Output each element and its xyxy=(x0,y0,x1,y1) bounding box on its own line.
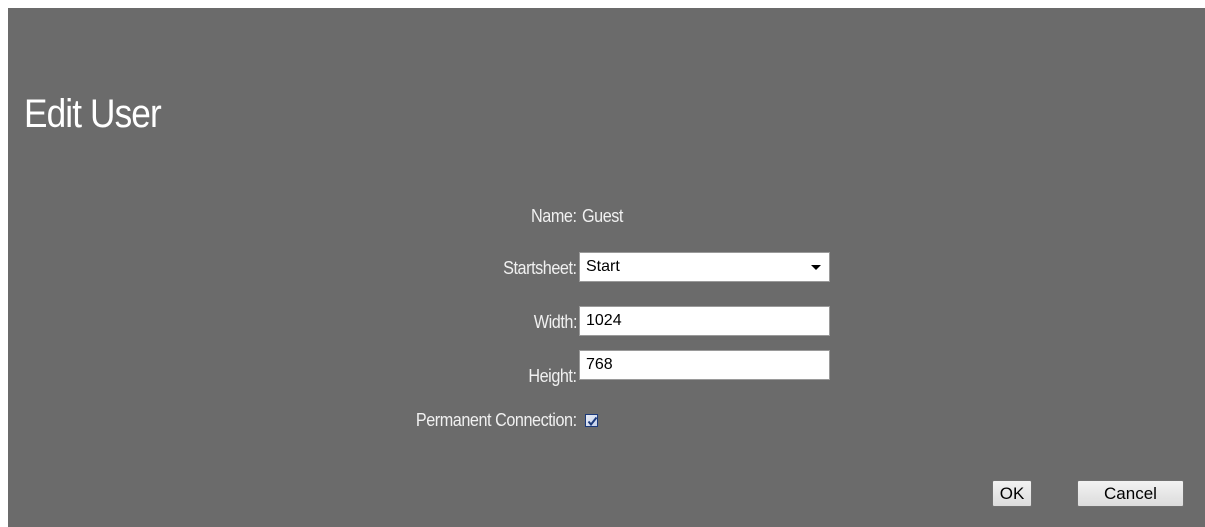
permanent-connection-label: Permanent Connection: xyxy=(416,410,577,430)
name-label: Name: xyxy=(531,206,578,226)
chevron-down-icon[interactable] xyxy=(811,265,821,270)
height-label: Height: xyxy=(528,366,578,386)
ok-button[interactable]: OK xyxy=(992,480,1032,507)
width-label: Width: xyxy=(533,312,578,332)
startsheet-selected-value: Start xyxy=(586,258,620,275)
cancel-button[interactable]: Cancel xyxy=(1077,480,1184,507)
edit-user-dialog: Edit User Name: Guest Startsheet: Start … xyxy=(8,8,1205,527)
width-input[interactable]: 1024 xyxy=(579,306,830,336)
checkmark-icon xyxy=(587,416,598,427)
permanent-connection-checkbox[interactable] xyxy=(585,414,598,427)
dialog-title: Edit User xyxy=(24,92,162,136)
startsheet-select[interactable]: Start xyxy=(579,252,830,282)
name-value: Guest xyxy=(582,206,623,226)
startsheet-label: Startsheet: xyxy=(503,258,578,278)
height-input[interactable]: 768 xyxy=(579,350,830,380)
